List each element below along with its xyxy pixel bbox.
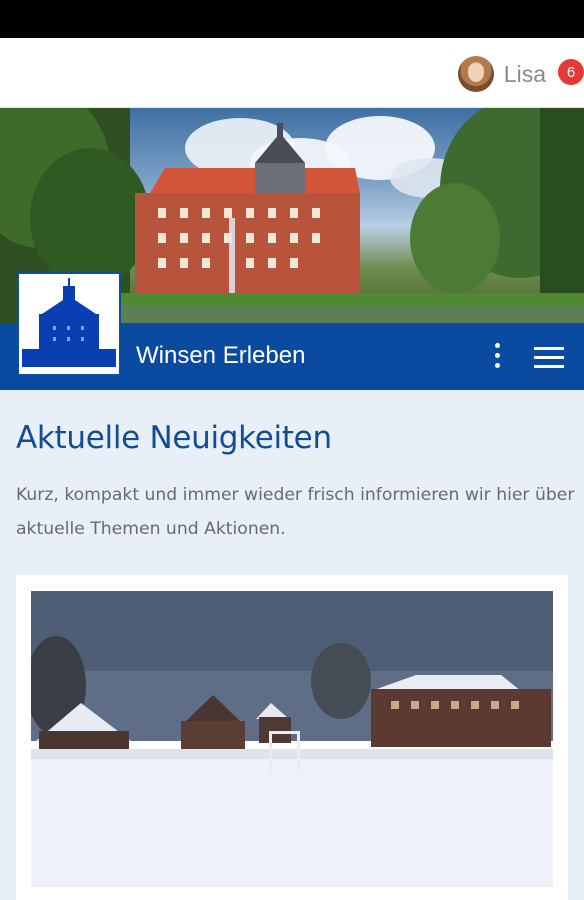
more-vert-icon[interactable]: [486, 343, 508, 371]
app-title: Winsen Erleben: [136, 342, 306, 369]
page-title: Aktuelle Neuigkeiten: [16, 420, 332, 456]
status-bar: [0, 0, 584, 38]
town-hall-icon: [22, 278, 116, 367]
intro-text: Kurz, kompakt und immer wieder frisch in…: [16, 485, 575, 539]
town-logo[interactable]: [17, 272, 121, 376]
news-card-image[interactable]: [31, 591, 553, 887]
user-menu[interactable]: Lisa 6: [457, 55, 584, 93]
hamburger-icon[interactable]: [534, 347, 564, 369]
news-card[interactable]: [16, 575, 568, 900]
main-content: Aktuelle Neuigkeiten Kurz, kompakt und i…: [0, 390, 584, 900]
notification-badge[interactable]: 6: [558, 59, 584, 85]
top-bar: Lisa 6: [0, 38, 584, 108]
avatar[interactable]: [457, 56, 494, 92]
user-name[interactable]: Lisa: [504, 61, 546, 88]
